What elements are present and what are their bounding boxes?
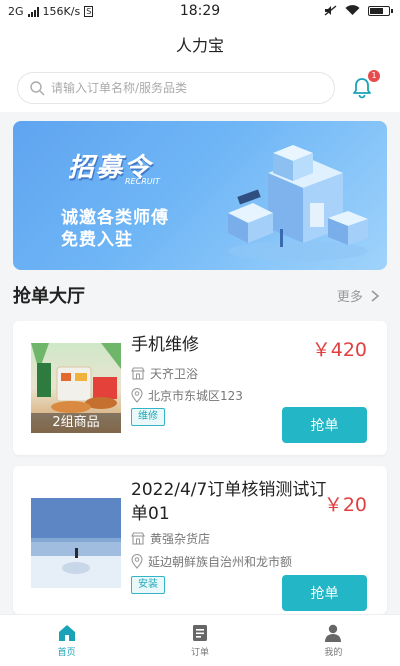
more-label: 更多 [336, 290, 363, 305]
search-icon [30, 80, 45, 95]
shop-icon [131, 367, 145, 380]
shop-name: 黄强杂货店 [150, 532, 211, 546]
banner-illustration [228, 145, 368, 261]
mute-icon [324, 5, 337, 16]
order-thumbnail: 2组商品 [31, 343, 121, 433]
search-input[interactable] [51, 81, 321, 95]
section-header: 抢单大厅 更多 [0, 280, 400, 308]
tab-label: 我的 [324, 648, 343, 658]
shop-name: 天齐卫浴 [150, 367, 199, 381]
shop-icon [131, 532, 145, 545]
bottom-tab-bar: 首页 订单 我的 [0, 614, 400, 666]
order-address: 北京市东城区123 [131, 387, 243, 404]
order-card[interactable]: 2022/4/7订单核销测试订单01 ￥20 黄强杂货店 延边朝鲜族自治州和龙市… [13, 466, 387, 614]
tab-label: 首页 [57, 648, 76, 658]
banner-line2: 免费入驻 [61, 230, 133, 250]
notification-badge: 1 [368, 70, 380, 82]
location-icon [131, 388, 143, 403]
more-link[interactable]: 更多 [337, 286, 380, 305]
order-name: 手机维修 [131, 335, 199, 355]
search-row: 1 [0, 68, 400, 112]
grab-order-button[interactable]: 抢单 [282, 407, 367, 443]
chevron-right-icon [371, 290, 380, 302]
section-title: 抢单大厅 [13, 286, 85, 307]
status-right [324, 5, 393, 16]
search-bar[interactable] [17, 72, 335, 104]
banner-logo-sub: RECRUIT [125, 177, 160, 186]
order-name: 2022/4/7订单核销测试订单01 [131, 480, 327, 524]
tab-profile[interactable]: 我的 [267, 615, 400, 666]
user-icon [325, 624, 342, 642]
tab-label: 订单 [190, 648, 209, 658]
order-shop: 黄强杂货店 [131, 530, 210, 547]
order-price: ￥20 [323, 494, 367, 516]
order-tag: 维修 [131, 408, 165, 426]
order-icon [192, 625, 207, 641]
recruit-banner[interactable]: 招募令 RECRUIT 诚邀各类师傅 免费入驻 [13, 121, 387, 270]
order-tag: 安装 [131, 576, 165, 594]
grab-order-button[interactable]: 抢单 [282, 575, 367, 611]
tab-orders[interactable]: 订单 [133, 615, 266, 666]
status-bar: 2G 156K/s S 18:29 [0, 0, 400, 24]
home-icon [58, 625, 75, 641]
thumbnail-label: 2组商品 [31, 413, 121, 433]
order-address: 延边朝鲜族自治州和龙市额 [131, 553, 292, 570]
address-text: 延边朝鲜族自治州和龙市额 [148, 555, 293, 569]
address-text: 北京市东城区123 [148, 389, 243, 403]
order-shop: 天齐卫浴 [131, 365, 198, 382]
product-image [31, 498, 121, 588]
page-title: 人力宝 [0, 24, 400, 68]
order-price: ￥420 [311, 339, 367, 361]
location-icon [131, 554, 143, 569]
battery-icon [368, 5, 393, 16]
tab-home[interactable]: 首页 [0, 615, 133, 666]
wifi-icon [345, 5, 360, 15]
order-card[interactable]: 2组商品 手机维修 ￥420 天齐卫浴 北京市东城区123 维修 抢单 [13, 321, 387, 455]
order-thumbnail [31, 498, 121, 588]
